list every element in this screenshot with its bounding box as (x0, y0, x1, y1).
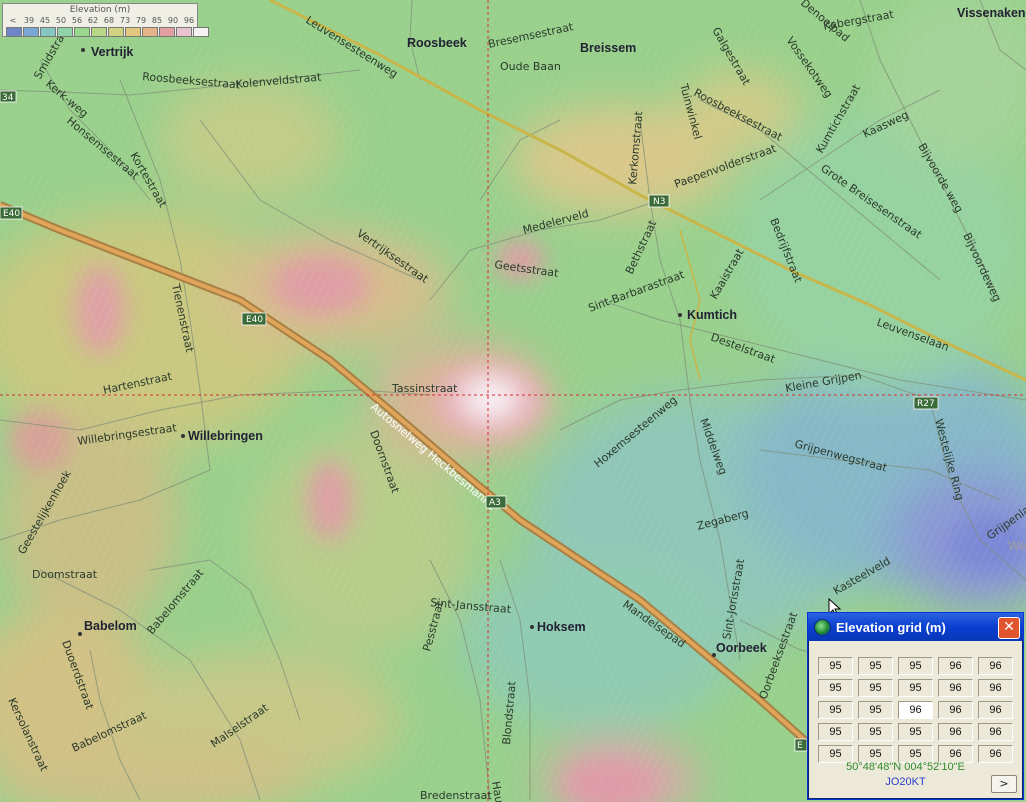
town-label: We (1008, 539, 1026, 553)
svg-text:A3: A3 (489, 498, 501, 508)
town-label: Hoksem (537, 620, 586, 634)
legend-swatch (159, 27, 175, 37)
legend-swatch (6, 27, 22, 37)
legend-swatch (91, 27, 107, 37)
next-button[interactable]: > (991, 775, 1017, 793)
grid-cell: 95 (898, 657, 933, 675)
grid-cell: 96 (938, 701, 973, 719)
legend-tick: 62 (87, 16, 99, 25)
legend-tick: 85 (151, 16, 163, 25)
legend-tick: 73 (119, 16, 131, 25)
legend-ticks: < 39 45 50 56 62 68 73 79 85 90 96 (5, 16, 197, 25)
svg-text:E40: E40 (3, 209, 20, 219)
svg-text:E: E (797, 741, 803, 751)
street-label: Tassinstraat (391, 382, 458, 395)
town-label: Willebringen (188, 429, 263, 443)
dialog-title: Elevation grid (m) (836, 619, 946, 635)
grid-cell: 96 (938, 723, 973, 741)
close-button[interactable]: ✕ (998, 617, 1020, 639)
legend-swatch (74, 27, 90, 37)
svg-text:R27: R27 (917, 399, 935, 409)
legend-swatch (142, 27, 158, 37)
grid-cell: 96 (978, 657, 1013, 675)
grid-cell: 95 (818, 723, 853, 741)
street-label: Oude Baan (500, 60, 561, 73)
town-label: Vissenaken (957, 6, 1026, 20)
legend-swatch (23, 27, 39, 37)
grid-cell: 96 (938, 679, 973, 697)
grid-cell: 96 (978, 701, 1013, 719)
locator-readout: JO20KT (885, 776, 926, 788)
grid-cell: 95 (898, 723, 933, 741)
road-shield-e40: E40 (0, 206, 23, 220)
legend-tick: 45 (39, 16, 51, 25)
street-label: Bredenstraat (420, 789, 492, 802)
grid-cell: 95 (818, 657, 853, 675)
svg-text:E40: E40 (246, 315, 263, 325)
legend-swatch (125, 27, 141, 37)
dialog-titlebar[interactable]: Elevation grid (m) ✕ (808, 613, 1023, 641)
grid-cell: 95 (858, 657, 893, 675)
town-label: Vertrijk (91, 45, 133, 59)
town-label: Breissem (580, 41, 636, 55)
road-shield-a3: A3 (485, 495, 507, 509)
grid-cell: 95 (898, 679, 933, 697)
road-shield-e: E (794, 738, 808, 752)
legend-swatches (6, 27, 209, 37)
legend-tick: 39 (23, 16, 35, 25)
legend-swatch (108, 27, 124, 37)
legend-tick: 68 (103, 16, 115, 25)
road-shield-n3: N3 (648, 194, 670, 208)
legend-tick: 90 (167, 16, 179, 25)
grid-cell: 96 (978, 679, 1013, 697)
elevation-grid-dialog[interactable]: Elevation grid (m) ✕ 95 95 95 96 96 95 9… (807, 612, 1024, 800)
coordinates-readout: 50°48'48"N 004°52'10"E (846, 761, 965, 773)
legend-tick: 79 (135, 16, 147, 25)
legend-swatch (193, 27, 209, 37)
grid-cell: 95 (818, 701, 853, 719)
road-shield-e40: E40 (241, 312, 267, 326)
legend-swatch (40, 27, 56, 37)
grid-cell: 95 (858, 679, 893, 697)
grid-cell: 95 (818, 679, 853, 697)
road-shield-r27: R27 (913, 396, 939, 410)
grid-cell: 95 (858, 701, 893, 719)
street-label: Doomstraat (32, 568, 98, 581)
grid-cell: 96 (938, 657, 973, 675)
town-label: Roosbeek (407, 36, 467, 50)
grid-cell-center: 96 (898, 701, 933, 719)
road-shield-34: 34 (0, 90, 17, 103)
legend-tick: 56 (71, 16, 83, 25)
legend-title: Elevation (m) (69, 5, 131, 15)
elevation-grid: 95 95 95 96 96 95 95 95 96 96 95 95 96 9… (818, 657, 1013, 763)
town-label: Babelom (84, 619, 137, 633)
legend-tick: 50 (55, 16, 67, 25)
globe-icon (814, 618, 831, 636)
svg-text:N3: N3 (653, 197, 665, 207)
legend-tick: 96 (183, 16, 195, 25)
elevation-legend: Elevation (m) < 39 45 50 56 62 68 73 79 … (2, 3, 209, 37)
town-label: Kumtich (687, 308, 737, 322)
grid-cell: 95 (858, 723, 893, 741)
grid-cell: 96 (978, 723, 1013, 741)
legend-swatch (176, 27, 192, 37)
legend-tick: < (9, 16, 17, 25)
legend-swatch (57, 27, 73, 37)
svg-text:34: 34 (2, 93, 14, 103)
town-label: Oorbeek (716, 641, 767, 655)
